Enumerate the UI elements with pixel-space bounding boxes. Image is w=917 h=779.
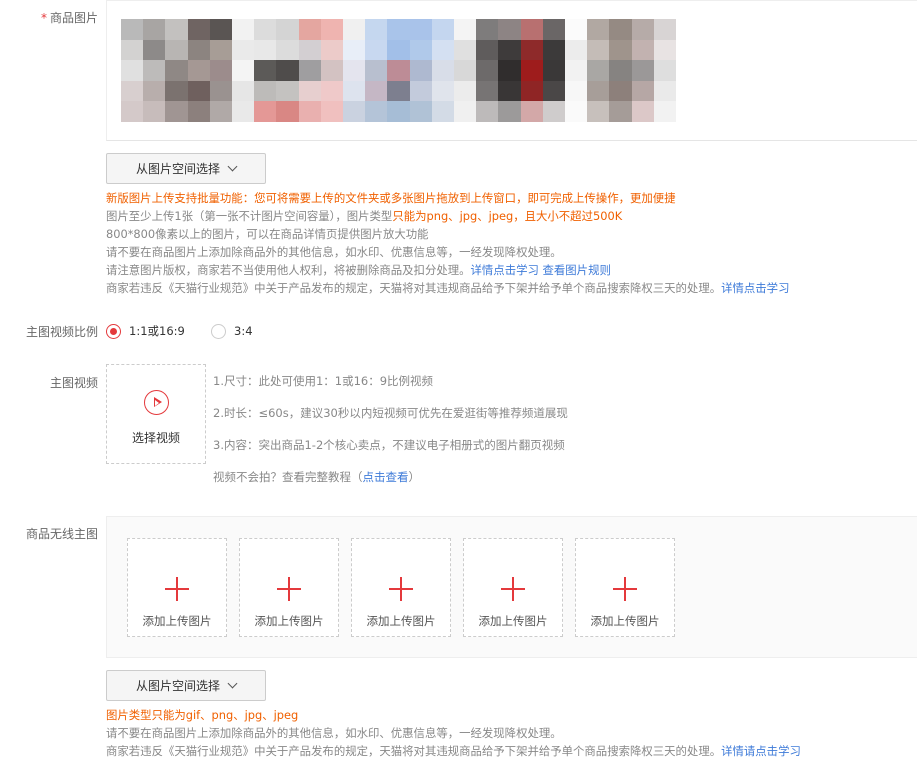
- note-wireless-violation: 商家若违反《天猫行业规范》中关于产品发布的规定，天猫将对其违规商品给予下架并给予…: [106, 744, 801, 758]
- note-image-size: 800*800像素以上的图片，可以在商品详情页提供图片放大功能: [106, 227, 429, 241]
- chevron-down-icon: [227, 678, 238, 689]
- ratio-option-1-1-16-9[interactable]: 1:1或16:9: [106, 322, 185, 340]
- view-image-rules-link[interactable]: 查看图片规则: [543, 263, 611, 277]
- upload-slot-3[interactable]: 添加上传图片: [351, 538, 451, 637]
- product-image-5[interactable]: [565, 19, 676, 122]
- product-image-panel: [106, 0, 917, 141]
- main-video-label: 主图视频: [49, 376, 98, 390]
- plus-icon: [277, 577, 301, 601]
- note-wireless-no-watermark: 请不要在商品图片上添加除商品外的其他信息，如水印、优惠信息等，一经发现降权处理。: [106, 726, 562, 740]
- wireless-images-label: 商品无线主图: [25, 527, 98, 541]
- learn-more-link[interactable]: 详情点击学习: [471, 263, 539, 277]
- product-image-thumbnails: [121, 19, 676, 122]
- video-tutorial-tip: 视频不会拍？查看完整教程（点击查看）: [213, 470, 420, 484]
- product-image-2[interactable]: [232, 19, 343, 122]
- note-copyright: 请注意图片版权，商家若不当使用他人权利，将被删除商品及扣分处理。详情点击学习 查…: [106, 263, 611, 277]
- radio-selected-icon: [106, 323, 121, 339]
- upload-slot-5[interactable]: 添加上传图片: [575, 538, 675, 637]
- ratio-option-3-4[interactable]: 3:4: [211, 322, 253, 340]
- note-batch-upload: 新版图片上传支持批量功能：您可将需要上传的文件夹或多张图片拖放到上传窗口，即可完…: [106, 191, 676, 205]
- play-icon: [143, 390, 169, 415]
- product-image-3[interactable]: [343, 19, 454, 122]
- product-image-1[interactable]: [121, 19, 232, 122]
- chevron-down-icon: [227, 161, 238, 172]
- plus-icon: [389, 577, 413, 601]
- product-image-notes: 新版图片上传支持批量功能：您可将需要上传的文件夹或多张图片拖放到上传窗口，即可完…: [106, 189, 916, 297]
- note-image-count: 图片至少上传1张（第一张不计图片空间容量），图片类型只能为png、jpg、jpe…: [106, 209, 623, 223]
- upload-slot-1[interactable]: 添加上传图片: [127, 538, 227, 637]
- required-mark: *: [40, 11, 47, 25]
- upload-slot-4[interactable]: 添加上传图片: [463, 538, 563, 637]
- upload-slot-2[interactable]: 添加上传图片: [239, 538, 339, 637]
- select-video-button[interactable]: 选择视频: [106, 364, 206, 464]
- radio-unselected-icon: [211, 323, 226, 339]
- plus-icon: [613, 577, 637, 601]
- note-violation: 商家若违反《天猫行业规范》中关于产品发布的规定，天猫将对其违规商品给予下架并给予…: [106, 281, 790, 295]
- note-wireless-image-type: 图片类型只能为gif、png、jpg、jpeg: [106, 708, 299, 722]
- select-from-image-space-button[interactable]: 从图片空间选择: [106, 153, 266, 184]
- violation-learn-more-link[interactable]: 详情点击学习: [721, 281, 789, 295]
- video-tip-content: 3.内容：突出商品1-2个核心卖点，不建议电子相册式的图片翻页视频: [213, 438, 565, 452]
- wireless-image-notes: 图片类型只能为gif、png、jpg、jpeg 请不要在商品图片上添加除商品外的…: [106, 706, 916, 760]
- view-tutorial-link[interactable]: 点击查看: [363, 470, 409, 484]
- video-tip-size: 1.尺寸：此处可使用1：1或16：9比例视频: [213, 374, 434, 388]
- note-no-watermark: 请不要在商品图片上添加除商品外的其他信息，如水印、优惠信息等，一经发现降权处理。: [106, 245, 562, 259]
- plus-icon: [501, 577, 525, 601]
- product-images-label: * 商品图片: [40, 11, 98, 25]
- video-tip-duration: 2.时长：≤60s，建议30秒以内短视频可优先在爱逛街等推荐频道展现: [213, 406, 568, 420]
- product-image-4[interactable]: [454, 19, 565, 122]
- plus-icon: [165, 577, 189, 601]
- wireless-learn-more-link[interactable]: 详情请点击学习: [721, 744, 801, 758]
- wireless-image-panel: 添加上传图片 添加上传图片 添加上传图片 添加上传图片 添加上传图片: [106, 516, 917, 658]
- video-ratio-label: 主图视频比例: [25, 325, 98, 339]
- wireless-select-from-image-space-button[interactable]: 从图片空间选择: [106, 670, 266, 701]
